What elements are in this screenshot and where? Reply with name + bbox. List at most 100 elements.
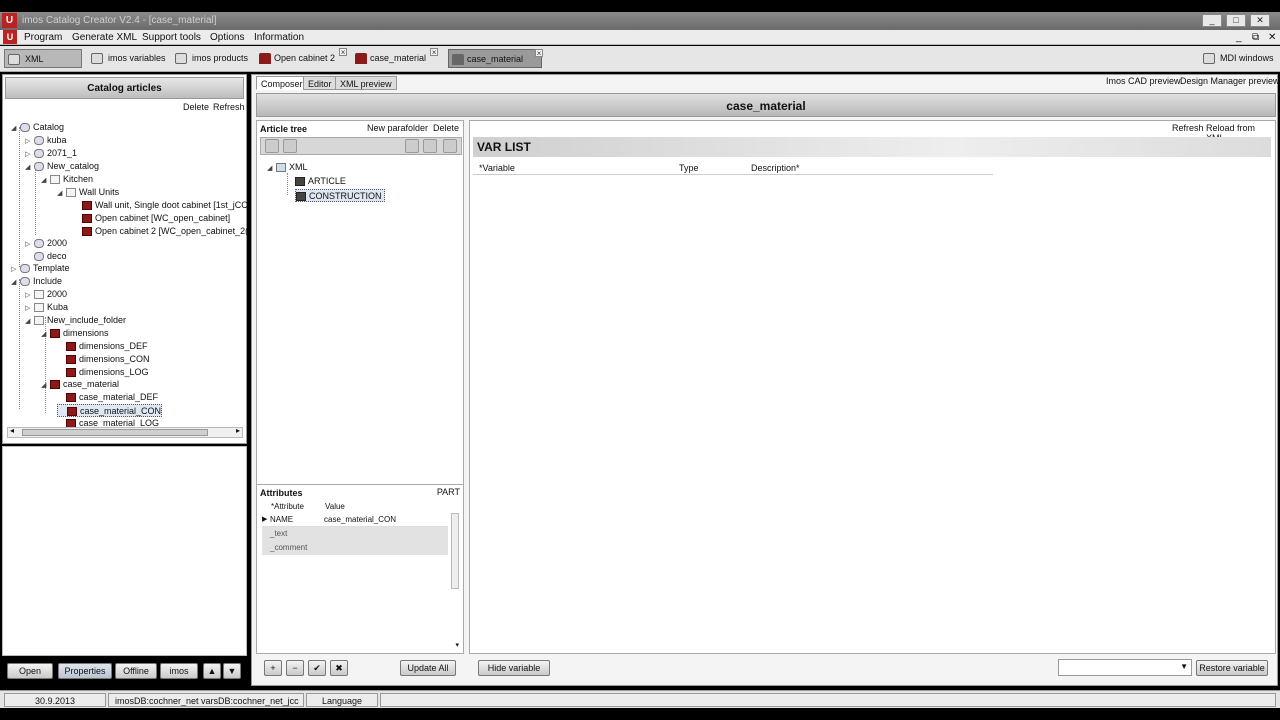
expand-icon[interactable]: ◢ [25, 315, 34, 328]
refresh-icon[interactable] [443, 139, 457, 153]
tree-horizontal-scrollbar[interactable]: ◂ ▸ [7, 426, 243, 438]
article-node-construction[interactable]: CONSTRUCTION [295, 189, 385, 202]
tree-node-case-material-con[interactable]: case_material_CON [57, 404, 163, 417]
restore-variable-button[interactable]: Restore variable [1196, 660, 1268, 676]
move-up-button[interactable]: ▲ [203, 663, 221, 679]
maximize-button[interactable]: □ [1226, 14, 1246, 27]
menu-generate-xml[interactable]: Generate XML [72, 32, 137, 43]
tree-node-template[interactable]: ▷ Template [11, 262, 70, 275]
close-tab-icon[interactable]: × [339, 48, 348, 57]
close-tab-icon[interactable]: × [430, 48, 439, 57]
tree-node-new-catalog[interactable]: ◢ New_catalog [25, 160, 99, 173]
tree-node-kitchen[interactable]: ◢ Kitchen [41, 173, 93, 186]
hide-variable-button[interactable]: Hide variable [478, 660, 550, 676]
scroll-left-icon[interactable]: ◂ [10, 426, 14, 435]
menu-options[interactable]: Options [210, 32, 244, 43]
properties-button[interactable]: Properties [58, 663, 112, 679]
design-manager-preview-link[interactable]: Design Manager preview [1180, 76, 1280, 86]
cancel-attribute-button[interactable]: ✖ [330, 660, 348, 676]
tree-node-wall-unit-single-doot-cabinet-1st-jcc[interactable]: Wall unit, Single doot cabinet [1st_jCC [73, 199, 248, 212]
confirm-attribute-button[interactable]: ✔ [308, 660, 326, 676]
attribute-column-header[interactable]: *Attribute [271, 502, 304, 511]
doc-tab-case-material-active[interactable]: case_material × [448, 49, 543, 68]
remove-attribute-button[interactable]: − [286, 660, 304, 676]
move-down-button[interactable]: ▼ [223, 663, 241, 679]
tree-node-new-include-folder[interactable]: ◢ New_include_folder [25, 314, 126, 327]
imos-products-button[interactable]: imos products [172, 49, 248, 68]
tab-composer[interactable]: Composer [256, 76, 308, 90]
xml-catalog-button[interactable]: XML Catalog [4, 49, 82, 83]
expand-icon[interactable]: ◢ [25, 161, 34, 174]
tree-node-open-cabinet-2-wc-open-cabinet-2[interactable]: Open cabinet 2 [WC_open_cabinet_2( [73, 225, 248, 238]
doc-tab-open-cabinet-2[interactable]: Open cabinet 2 × [256, 48, 348, 68]
scroll-thumb[interactable] [22, 429, 208, 436]
scroll-right-icon[interactable]: ▸ [236, 426, 240, 435]
update-all-button[interactable]: Update All [400, 660, 456, 676]
sort-icon[interactable] [283, 139, 297, 153]
value-column-header[interactable]: Value [325, 502, 345, 511]
new-parafolder-link[interactable]: New parafolder [367, 123, 428, 133]
article-node-article[interactable]: ARTICLE [295, 175, 346, 188]
expand-icon[interactable]: ◢ [41, 174, 50, 187]
search-icon[interactable] [265, 139, 279, 153]
catalog-refresh-link[interactable]: Refresh [213, 102, 245, 112]
tree-node-catalog[interactable]: ◢ Catalog [11, 121, 64, 134]
attributes-scrollbar[interactable] [451, 513, 459, 589]
tree-node-kuba[interactable]: ▷ Kuba [25, 301, 68, 314]
mdi-windows-button[interactable]: MDI windows [1200, 49, 1274, 68]
expand-icon[interactable]: ◢ [267, 162, 276, 175]
doc-tab-case-material[interactable]: case_material × [352, 48, 439, 68]
open-button[interactable]: Open [7, 663, 53, 679]
attribute-value[interactable]: case_material_CON [324, 513, 396, 527]
tree-node-2000[interactable]: ▷ 2000 [25, 288, 67, 301]
status-language[interactable]: Language [306, 693, 378, 707]
tree-node-dimensions-con[interactable]: dimensions_CON [57, 353, 150, 366]
app-menu-icon[interactable]: U [3, 30, 17, 44]
chevron-down-icon[interactable]: ▼ [1180, 662, 1188, 671]
menu-support-tools[interactable]: Support tools [142, 32, 201, 43]
imos-variables-button[interactable]: imos variables [88, 49, 166, 68]
mdi-minimize-button[interactable]: _ [1236, 32, 1242, 43]
attribute-row-comment[interactable]: _comment [262, 541, 448, 555]
tree-node-2071-1[interactable]: ▷ 2071_1 [25, 147, 77, 160]
variable-select-dropdown[interactable]: ▼ [1058, 659, 1192, 676]
tree-node-open-cabinet-wc-open-cabinet[interactable]: Open cabinet [WC_open_cabinet] [73, 212, 230, 225]
imos-cad-preview-link[interactable]: Imos CAD preview [1106, 76, 1181, 86]
tree-node-include[interactable]: ◢ Include [11, 275, 62, 288]
tree-node-wall-units[interactable]: ◢ Wall Units [57, 186, 119, 199]
tree-node-2000[interactable]: ▷ 2000 [25, 237, 67, 250]
attribute-row-text[interactable]: _text [262, 527, 448, 541]
expand-icon[interactable]: ◢ [41, 379, 50, 392]
article-delete-link[interactable]: Delete [433, 123, 459, 133]
tab-xml-preview[interactable]: XML preview [335, 76, 397, 90]
expand-icon[interactable]: ◢ [11, 276, 20, 289]
expand-icon[interactable]: ◢ [57, 187, 66, 200]
paste-icon[interactable] [423, 139, 437, 153]
menu-information[interactable]: Information [254, 32, 304, 43]
mdi-restore-button[interactable]: ⧉ [1252, 32, 1259, 43]
variable-column-header[interactable]: *Variable [479, 163, 515, 173]
imos-button[interactable]: imos [160, 663, 198, 679]
tree-node-case-material[interactable]: ◢ case_material [41, 378, 119, 391]
minimize-button[interactable]: _ [1202, 14, 1222, 27]
tree-node-dimensions[interactable]: ◢ dimensions [41, 327, 109, 340]
expand-icon[interactable]: ◢ [11, 122, 20, 135]
attribute-row-name[interactable]: ▶ NAME case_material_CON [262, 513, 448, 527]
description-column-header[interactable]: Description* [751, 163, 800, 173]
varlist-refresh-link[interactable]: Refresh [1172, 123, 1204, 133]
close-button[interactable]: ✕ [1250, 14, 1270, 27]
add-attribute-button[interactable]: + [264, 660, 282, 676]
copy-icon[interactable] [405, 139, 419, 153]
tree-node-case-material-def[interactable]: case_material_DEF [57, 391, 158, 404]
catalog-delete-link[interactable]: Delete [183, 102, 209, 112]
scroll-down-icon[interactable]: ▾ [455, 641, 459, 649]
offline-button[interactable]: Offline [115, 663, 157, 679]
tree-node-kuba[interactable]: ▷ kuba [25, 134, 67, 147]
menu-program[interactable]: Program [24, 32, 62, 43]
tree-node-dimensions-def[interactable]: dimensions_DEF [57, 340, 148, 353]
mdi-close-button[interactable]: ✕ [1268, 32, 1276, 43]
type-column-header[interactable]: Type [679, 163, 699, 173]
expand-icon[interactable]: ◢ [41, 328, 50, 341]
close-tab-icon[interactable]: × [535, 49, 543, 58]
tab-editor[interactable]: Editor [303, 76, 337, 90]
